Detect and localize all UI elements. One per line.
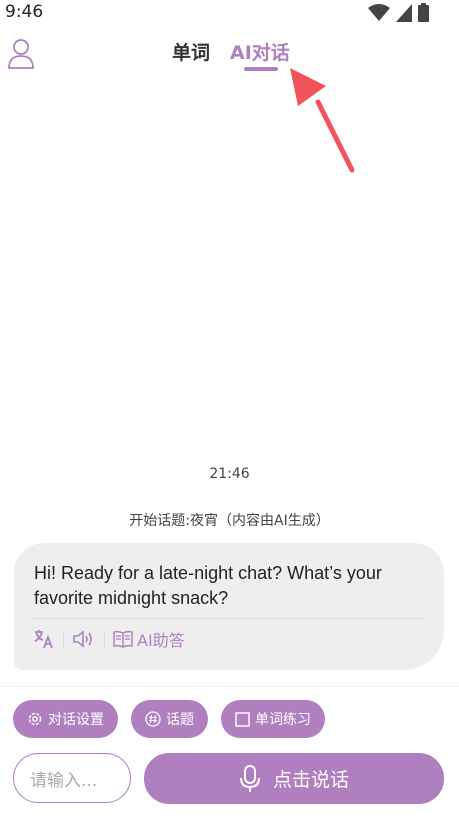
- message-input-placeholder: 请输入...: [30, 771, 98, 791]
- battery-icon: [418, 3, 429, 22]
- top-nav: 单词 AI对话: [0, 30, 459, 78]
- signal-icon: [396, 3, 412, 22]
- translate-button[interactable]: [33, 629, 55, 649]
- toolbar-separator: [63, 631, 64, 647]
- status-time: 9:46: [5, 2, 44, 22]
- toolbar-separator: [104, 631, 105, 647]
- message-timestamp: 21:46: [209, 466, 250, 482]
- wifi-icon: [368, 3, 390, 21]
- tap-to-talk-label: 点击说话: [272, 769, 349, 791]
- annotation-arrow-icon: [290, 68, 355, 173]
- tab-ai-chat-label: AI对话: [230, 42, 290, 64]
- book-icon: [113, 630, 133, 648]
- gear-icon: [28, 712, 42, 726]
- status-icons: [368, 3, 429, 22]
- topic-line: 开始话题:夜宵（内容由AI生成）: [129, 513, 330, 529]
- bubble-divider: [32, 618, 424, 619]
- word-practice-label: 单词练习: [255, 712, 311, 728]
- tap-to-talk-button[interactable]: 点击说话: [144, 753, 444, 804]
- topic-label: 话题: [166, 712, 194, 728]
- ai-assist-button[interactable]: AI助答: [113, 627, 185, 651]
- play-audio-button[interactable]: [72, 629, 96, 649]
- chat-settings-label: 对话设置: [48, 712, 104, 728]
- message-text: Hi! Ready for a late-night chat? What’s …: [34, 563, 382, 608]
- active-tab-indicator: [244, 67, 279, 71]
- profile-icon[interactable]: [6, 38, 36, 70]
- tab-words-label: 单词: [172, 42, 211, 64]
- checkbox-icon: [235, 711, 250, 727]
- tab-ai-chat[interactable]: AI对话: [230, 38, 290, 71]
- tab-words[interactable]: 单词: [172, 38, 210, 65]
- chip-row: 对话设置 话题 单词练习: [13, 700, 325, 738]
- message-toolbar: AI助答: [33, 627, 185, 651]
- message-input[interactable]: 请输入...: [13, 753, 131, 803]
- ai-assist-label: AI助答: [137, 631, 185, 650]
- tab-bar: 单词 AI对话: [172, 38, 290, 71]
- translate-icon: [34, 630, 53, 649]
- word-practice-chip[interactable]: 单词练习: [221, 700, 325, 738]
- bottom-panel: 对话设置 话题 单词练习 请输入... 点击说话: [0, 686, 459, 825]
- microphone-icon: [239, 764, 260, 792]
- speaker-icon: [73, 630, 92, 648]
- topic-chip[interactable]: 话题: [131, 700, 208, 738]
- chat-settings-chip[interactable]: 对话设置: [13, 700, 118, 738]
- ai-message-bubble: Hi! Ready for a late-night chat? What’s …: [14, 543, 444, 670]
- status-bar: 9:46: [0, 0, 459, 26]
- hashtag-icon: [145, 711, 161, 727]
